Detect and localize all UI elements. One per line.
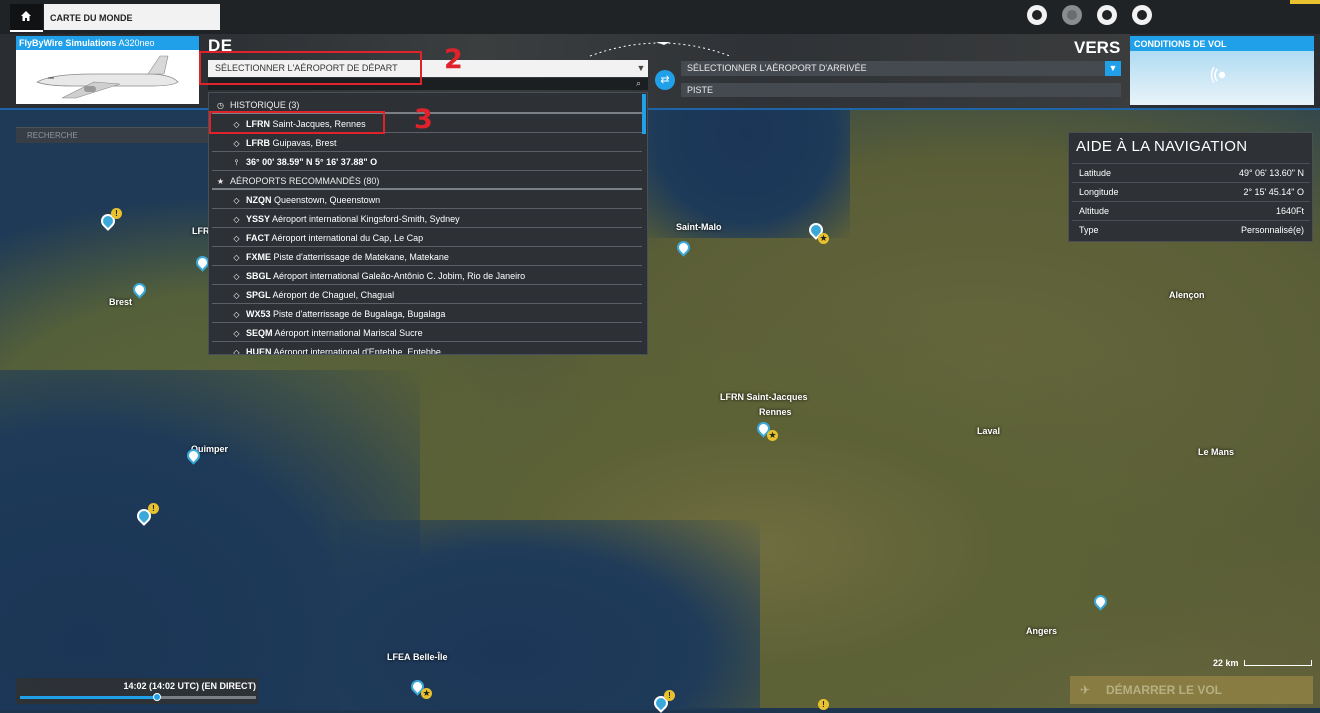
list-item-recommended[interactable]: ◇ HUEN Aéroport international d'Entebbe, … <box>212 343 642 355</box>
list-item-recommended[interactable]: ◇ FXME Piste d'atterrissage de Matekane, … <box>212 248 642 266</box>
start-flight-button[interactable]: DÉMARRER LE VOL <box>1070 676 1313 704</box>
airport-diamond-icon: ◇ <box>233 329 240 338</box>
chevron-down-icon[interactable]: ▼ <box>634 60 648 77</box>
list-item-recommended[interactable]: ◇ SEQM Aéroport international Mariscal Su… <box>212 324 642 342</box>
time-slider-handle[interactable] <box>152 693 161 701</box>
list-item-recommended[interactable]: ◇ NZQN Queenstown, Queenstown <box>212 191 642 209</box>
nav-value: 49° 06' 13.60" N <box>1238 168 1304 178</box>
nav-row-altitude: Altitude 1640Ft <box>1072 201 1310 220</box>
star-icon: ★ <box>216 177 225 186</box>
nav-key: Longitude <box>1079 187 1119 197</box>
list-item-recommended[interactable]: ◇ YSSY Aéroport international Kingsford-S… <box>212 210 642 228</box>
list-item-recommended[interactable]: ◇ SPGL Aéroport de Chaguel, Chagual <box>212 286 642 304</box>
home-button[interactable] <box>10 4 43 32</box>
annotation-box-3 <box>209 111 385 134</box>
airport-diamond-icon: ◇ <box>233 215 240 224</box>
map-label-saint-malo: Saint-Malo <box>676 222 722 232</box>
map-label-angers: Angers <box>1026 626 1058 636</box>
swap-button[interactable]: ⇄ <box>655 70 675 90</box>
airport-diamond-icon: ◇ <box>233 234 240 243</box>
list-item-recommended[interactable]: ◇ SBGL Aéroport international Galeão-Antô… <box>212 267 642 285</box>
swap-icon: ⇄ <box>660 74 670 86</box>
airport-diamond-icon: ◇ <box>233 310 240 319</box>
warning-icon: ! <box>148 503 159 514</box>
airport-diamond-icon: ◇ <box>233 272 240 281</box>
map-label-belle-ile: LFEA Belle-Île <box>387 652 448 662</box>
airport-diamond-icon: ◇ <box>233 139 240 148</box>
tab-world-map[interactable]: CARTE DU MONDE <box>44 4 220 30</box>
list-item-recommended[interactable]: ◇ WX53 Piste d'atterrissage de Bugalaga, … <box>212 305 642 323</box>
aircraft-title: FlyByWire Simulations A320neo <box>16 36 199 50</box>
flight-path-icon <box>589 42 731 57</box>
map-label-le-mans: Le Mans <box>1198 447 1235 457</box>
nav-value: 2° 15' 45.14" O <box>1243 187 1304 197</box>
chevron-down-icon[interactable]: ▼ <box>1105 61 1121 76</box>
recommended-header: ★ AÉROPORTS RECOMMANDÉS (80) <box>212 172 642 190</box>
airport-diamond-icon: ◇ <box>233 253 240 262</box>
airport-diamond-icon: ◇ <box>233 196 240 205</box>
broadcast-icon <box>1210 66 1226 84</box>
dropdown-scrollbar[interactable] <box>642 94 646 134</box>
warning-icon: ! <box>664 690 675 701</box>
status-strip <box>1290 0 1320 4</box>
airport-diamond-icon: ◇ <box>233 291 240 300</box>
time-label: 14:02 (14:02 UTC) (EN DIRECT) <box>123 681 256 691</box>
notification-icon[interactable] <box>1132 5 1152 25</box>
to-label: VERS <box>1074 38 1121 57</box>
map-label-laval: Laval <box>977 426 1001 436</box>
target-icon[interactable] <box>1027 5 1047 25</box>
warning-icon: ! <box>818 699 829 710</box>
aircraft-image <box>36 55 179 99</box>
list-item-coordinate[interactable]: ⫯ 36° 00' 38.59" N 5° 16' 37.88" O <box>212 153 642 171</box>
time-slider-fill <box>20 696 157 699</box>
map-label-brest: Brest <box>109 297 133 307</box>
nav-key: Altitude <box>1079 206 1110 216</box>
runway-select[interactable]: PISTE <box>681 83 1121 97</box>
annotation-number-3: 3 <box>414 104 433 135</box>
nav-key: Latitude <box>1079 168 1112 178</box>
annotation-box-2 <box>199 51 422 85</box>
list-item-recommended[interactable]: ◇ FACT Aéroport international du Cap, Le … <box>212 229 642 247</box>
nav-value: 1640Ft <box>1275 206 1304 216</box>
profile-icon[interactable] <box>1097 5 1117 25</box>
sea-channel <box>640 108 850 238</box>
search-icon: ⌕ <box>636 78 642 88</box>
pin-icon: ⫯ <box>234 158 239 167</box>
group-icon[interactable] <box>1062 5 1082 25</box>
nav-key: Type <box>1079 225 1099 235</box>
weather-title: CONDITIONS DE VOL <box>1130 36 1314 51</box>
map-label-rennes-code: LFRN Saint-Jacques <box>720 392 808 402</box>
nav-row-longitude: Longitude 2° 15' 45.14" O <box>1072 182 1310 201</box>
home-icon <box>21 11 31 21</box>
list-item-history[interactable]: ◇ LFRB Guipavas, Brest <box>212 134 642 152</box>
takeoff-icon: ✈ <box>1080 683 1091 697</box>
nav-aid-title: AIDE À LA NAVIGATION <box>1076 138 1248 155</box>
nav-row-latitude: Latitude 49° 06' 13.60" N <box>1072 163 1310 182</box>
star-icon: ★ <box>767 430 778 441</box>
airport-diamond-icon: ◇ <box>233 348 240 355</box>
star-icon: ★ <box>421 688 432 699</box>
arrival-select[interactable]: SÉLECTIONNER L'AÉROPORT D'ARRIVÉE <box>681 61 1121 76</box>
annotation-number-2: 2 <box>444 44 463 75</box>
map-label-alencon: Alençon <box>1169 290 1205 300</box>
nav-value: Personnalisé(e) <box>1240 225 1304 235</box>
sea-bay <box>340 520 760 710</box>
nav-row-type: Type Personnalisé(e) <box>1072 220 1310 239</box>
star-icon: ★ <box>818 233 829 244</box>
map-label-rennes: Rennes <box>759 407 792 417</box>
map-label-lfr: LFR <box>192 226 210 236</box>
map-scale-label: 22 km <box>1213 658 1239 668</box>
map-search-input[interactable]: RECHERCHE <box>16 127 210 143</box>
warning-icon: ! <box>111 208 122 219</box>
map-scale-bar <box>1244 660 1312 666</box>
